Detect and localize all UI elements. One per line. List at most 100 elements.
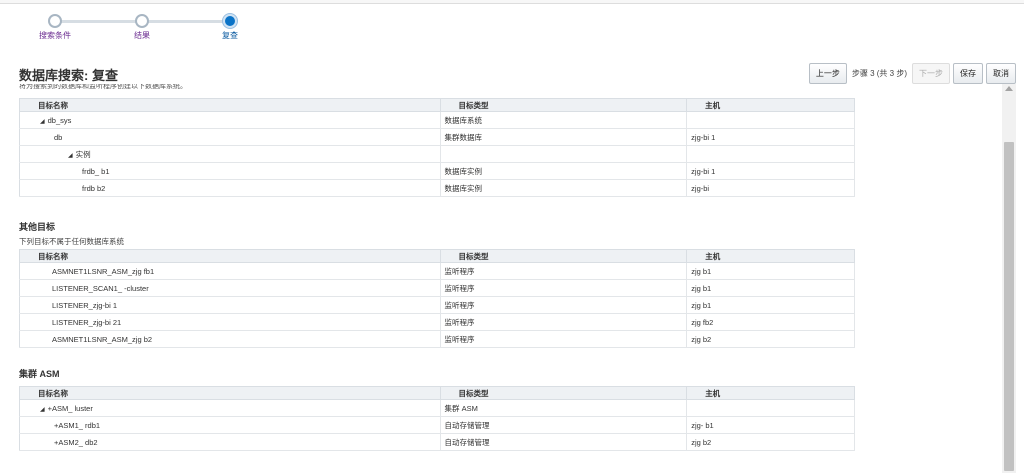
column-header-host[interactable]: 主机	[686, 386, 855, 400]
cell-target-name: +ASM2_ db2	[19, 433, 441, 451]
cell-target-name: ASMNET1LSNR_ASM_zjg b2	[19, 330, 441, 348]
table-row[interactable]: ◢ +ASM_ luster 集群 ASM	[19, 399, 855, 417]
cluster-asm-title: 集群 ASM	[19, 369, 60, 379]
table-row[interactable]: LISTENER_zjg-bi 1 监听程序 zjg b1	[19, 296, 855, 314]
cluster-asm-table: 目标名称 目标类型 主机 ◢ +ASM_ luster 集群 ASM +ASM1_ r…	[19, 386, 855, 451]
cell-host: zjg b2	[686, 433, 855, 451]
table-row[interactable]: +ASM1_ rdb1 自动存储管理 zjg- b1	[19, 416, 855, 434]
column-header-host[interactable]: 主机	[686, 249, 855, 263]
target-name-text: 实例	[75, 149, 91, 159]
table-row[interactable]: ◢ db_sys 数据库系统	[19, 111, 855, 129]
cell-target-name: ◢ +ASM_ luster	[19, 399, 441, 417]
expand-triangle-icon[interactable]: ◢	[40, 118, 45, 125]
other-targets-desc: 下列目标不属于任何数据库系统	[19, 237, 124, 246]
scroll-thumb[interactable]	[1004, 142, 1014, 471]
cell-target-type: 监听程序	[440, 279, 688, 297]
cell-target-type: 数据库实例	[440, 179, 688, 197]
cell-target-type	[440, 145, 688, 163]
step-dot-icon	[135, 14, 149, 28]
other-targets-table: 目标名称 目标类型 主机 ASMNET1LSNR_ASM_zjg fb1 监听程序…	[19, 249, 855, 348]
cell-host: zjg-bi 1	[686, 128, 855, 146]
page-title: 数据库搜索: 复查	[19, 68, 118, 83]
step-indicator: 步骤 3 (共 3 步)	[851, 69, 907, 78]
train-step-search-criteria[interactable]: 搜索条件	[25, 13, 85, 41]
cell-target-type: 监听程序	[440, 330, 688, 348]
cell-target-name: frdb_ b1	[19, 162, 441, 180]
train-step-results[interactable]: 结果	[112, 13, 172, 41]
intro-text: 将为搜索到的数据库和监听程序创建以下数据库系统。	[19, 84, 187, 90]
cell-target-type: 监听程序	[440, 313, 688, 331]
cell-host: zjg b1	[686, 262, 855, 280]
expand-triangle-icon[interactable]: ◢	[40, 406, 45, 413]
cell-host: zjg-bi	[686, 179, 855, 197]
column-header-type[interactable]: 目标类型	[439, 386, 688, 400]
table-row[interactable]: ASMNET1LSNR_ASM_zjg fb1 监听程序 zjg b1	[19, 262, 855, 280]
target-name-text: ASMNET1LSNR_ASM_zjg b2	[52, 334, 153, 344]
target-name-text: db	[54, 132, 63, 142]
target-name-text: +ASM1_ rdb1	[54, 420, 101, 430]
cell-target-type: 监听程序	[440, 296, 688, 314]
cell-host: zjg-bi 1	[686, 162, 855, 180]
cell-target-name: LISTENER_SCAN1_ -cluster	[19, 279, 441, 297]
back-button[interactable]: 上一步	[808, 63, 847, 84]
cell-host	[686, 399, 855, 417]
column-header-host[interactable]: 主机	[686, 98, 855, 112]
cell-target-type: 自动存储管理	[440, 433, 688, 451]
target-name-text: frdb_ b1	[82, 166, 110, 176]
table-row[interactable]: LISTENER_SCAN1_ -cluster 监听程序 zjg b1	[19, 279, 855, 297]
db-system-table: 目标名称 目标类型 主机 ◢ db_sys 数据库系统 db 集群数据库 zjg-bi 1…	[19, 98, 855, 197]
step-label: 搜索条件	[39, 31, 71, 40]
cell-target-name: db	[19, 128, 441, 146]
target-name-text: db_sys	[47, 115, 72, 125]
column-header-name[interactable]: 目标名称	[19, 386, 441, 400]
target-name-text: +ASM_ luster	[47, 403, 93, 413]
table-row[interactable]: db 集群数据库 zjg-bi 1	[19, 128, 855, 146]
cell-host	[686, 111, 855, 129]
target-name-text: LISTENER_SCAN1_ -cluster	[52, 283, 149, 293]
scroll-content: 将为搜索到的数据库和监听程序创建以下数据库系统。 目标名称 目标类型 主机 ◢ d…	[0, 84, 1002, 473]
expand-triangle-icon[interactable]: ◢	[68, 152, 73, 159]
target-name-text: ASMNET1LSNR_ASM_zjg fb1	[52, 266, 155, 276]
table-row[interactable]: frdb b2 数据库实例 zjg-bi	[19, 179, 855, 197]
progress-train: 搜索条件 结果 复查	[39, 13, 250, 43]
next-button: 下一步	[912, 63, 950, 84]
cell-target-name: +ASM1_ rdb1	[19, 416, 441, 434]
vertical-scrollbar[interactable]	[1002, 84, 1016, 473]
table-row[interactable]: frdb_ b1 数据库实例 zjg-bi 1	[19, 162, 855, 180]
cell-target-name: frdb b2	[19, 179, 441, 197]
table-row[interactable]: ASMNET1LSNR_ASM_zjg b2 监听程序 zjg b2	[19, 330, 855, 348]
table-row[interactable]: +ASM2_ db2 自动存储管理 zjg b2	[19, 433, 855, 451]
cell-target-name: ◢ 实例	[19, 145, 441, 163]
cell-target-name: LISTENER_zjg-bi 21	[19, 313, 441, 331]
scroll-up-arrow-icon[interactable]	[1005, 86, 1013, 91]
column-header-name[interactable]: 目标名称	[19, 98, 441, 112]
cancel-button[interactable]: 取消	[986, 63, 1016, 84]
target-name-text: +ASM2_ db2	[54, 437, 98, 447]
wizard-toolbar: 上一步 步骤 3 (共 3 步) 下一步 保存 取消	[808, 63, 1016, 84]
target-name-text: LISTENER_zjg-bi 21	[52, 317, 122, 327]
train-step-review: 复查	[200, 13, 260, 41]
other-targets-title: 其他目标	[19, 222, 56, 232]
step-label: 结果	[134, 31, 150, 40]
cell-target-type: 数据库系统	[440, 111, 688, 129]
step-label: 复查	[222, 31, 238, 40]
cell-target-name: ASMNET1LSNR_ASM_zjg fb1	[19, 262, 441, 280]
save-button[interactable]: 保存	[953, 63, 983, 84]
top-bar	[0, 0, 1024, 4]
column-header-name[interactable]: 目标名称	[19, 249, 441, 263]
cell-target-name: LISTENER_zjg-bi 1	[19, 296, 441, 314]
target-name-text: LISTENER_zjg-bi 1	[52, 300, 118, 310]
table-row[interactable]: LISTENER_zjg-bi 21 监听程序 zjg fb2	[19, 313, 855, 331]
cell-target-name: ◢ db_sys	[19, 111, 441, 129]
column-header-type[interactable]: 目标类型	[439, 249, 688, 263]
step-dot-icon	[48, 14, 62, 28]
cell-host: zjg b1	[686, 279, 855, 297]
cell-host: zjg- b1	[686, 416, 855, 434]
table-row[interactable]: ◢ 实例	[19, 145, 855, 163]
cell-target-type: 数据库实例	[440, 162, 688, 180]
target-name-text: frdb b2	[82, 183, 106, 193]
cell-host: zjg b1	[686, 296, 855, 314]
page: 搜索条件 结果 复查 数据库搜索: 复查 上一步 步骤 3 (共 3 步) 下一…	[0, 0, 1024, 473]
cell-host: zjg fb2	[686, 313, 855, 331]
column-header-type[interactable]: 目标类型	[439, 98, 688, 112]
